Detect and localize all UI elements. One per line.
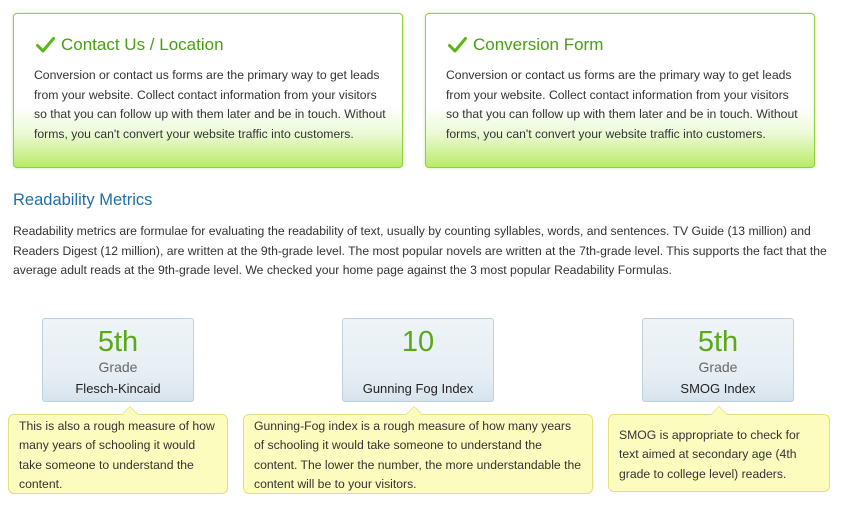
card-body: Conversion or contact us forms are the p… <box>446 68 798 141</box>
card-conversion-form: Conversion Form Conversion or contact us… <box>425 13 815 168</box>
readability-description: Readability metrics are formulae for eva… <box>13 224 827 278</box>
metric-smog: 5th Grade SMOG Index <box>642 318 794 402</box>
metric-value: 10 <box>401 326 435 358</box>
tooltip-gunning-fog: Gunning-Fog index is a rough measure of … <box>243 406 593 494</box>
check-icon <box>448 37 467 53</box>
card-body: Conversion or contact us forms are the p… <box>34 68 386 141</box>
card-title: Contact Us / Location <box>36 35 224 55</box>
tooltip-smog: SMOG is appropriate to check for text ai… <box>608 406 830 492</box>
metric-flesch-kincaid: 5th Grade Flesch-Kincaid <box>42 318 194 402</box>
card-title: Conversion Form <box>448 35 603 55</box>
card-title-text: Contact Us / Location <box>61 35 224 54</box>
check-icon <box>36 37 55 53</box>
card-title-text: Conversion Form <box>473 35 604 54</box>
metric-name: Flesch-Kincaid <box>75 381 161 396</box>
metric-unit: Grade <box>98 359 138 375</box>
card-contact-us: Contact Us / Location Conversion or cont… <box>13 13 403 168</box>
metric-value: 5th <box>97 326 139 358</box>
metric-gunning-fog: 10 Gunning Fog Index <box>342 318 494 402</box>
metric-name: Gunning Fog Index <box>362 381 474 396</box>
tooltip-flesch-kincaid: This is also a rough measure of how many… <box>8 406 228 494</box>
metric-value: 5th <box>697 326 739 358</box>
metric-name: SMOG Index <box>680 381 756 396</box>
readability-title: Readability Metrics <box>13 191 153 209</box>
metric-unit: Grade <box>698 359 738 375</box>
